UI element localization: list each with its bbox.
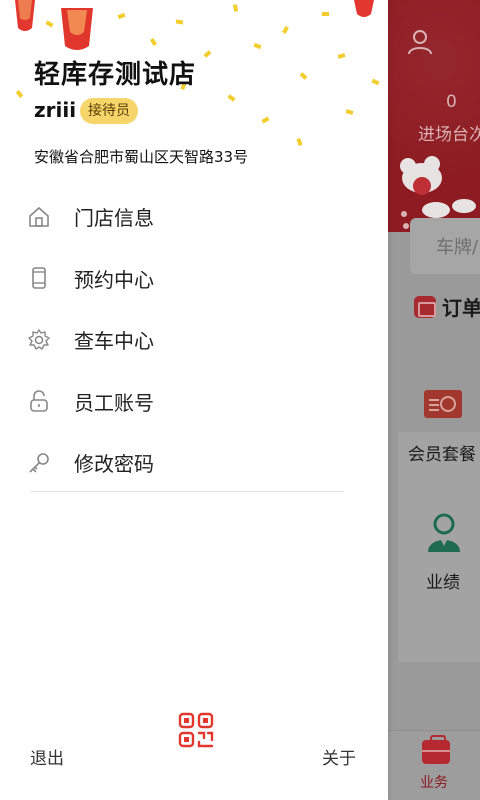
user-name: zriii: [34, 98, 77, 122]
role-badge: 接待员: [80, 98, 138, 124]
store-home-icon: [29, 206, 49, 227]
side-drawer: 轻库存测试店 zriii 接待员 安徽省合肥市蜀山区天智路33号 门店信息 预约…: [0, 0, 388, 800]
menu-item-label: 门店信息: [74, 206, 154, 231]
entry-count-value: 0: [446, 92, 457, 112]
calendar-icon: [414, 296, 436, 318]
menu-item-label: 修改密码: [74, 452, 154, 477]
phone-icon: [32, 267, 46, 290]
member-card-icon[interactable]: [424, 390, 462, 418]
gear-icon: [28, 329, 50, 350]
lantern-icon: [61, 8, 93, 50]
qr-code-icon[interactable]: [178, 712, 214, 748]
entry-count-label: 进场台次: [418, 125, 480, 145]
drawer-menu: 门店信息 预约中心 查车中心 员工账号 修改密码: [0, 186, 388, 494]
unlock-icon: [30, 390, 48, 413]
tab-business[interactable]: 业务: [420, 772, 448, 792]
menu-item-change-password[interactable]: 修改密码: [0, 432, 388, 494]
lantern-icon: [354, 0, 374, 17]
logout-button[interactable]: 退出: [30, 744, 64, 769]
menu-item-staff-accounts[interactable]: 员工账号: [0, 371, 388, 433]
menu-item-appointments[interactable]: 预约中心: [0, 248, 388, 310]
menu-item-vehicle-check[interactable]: 查车中心: [0, 309, 388, 371]
menu-divider: [30, 491, 344, 492]
lantern-icon: [15, 0, 35, 31]
member-package-label[interactable]: 会员套餐: [408, 440, 476, 465]
briefcase-icon[interactable]: [422, 735, 450, 764]
performance-person-icon[interactable]: [426, 512, 462, 552]
store-address: 安徽省合肥市蜀山区天智路33号: [34, 148, 249, 166]
performance-label[interactable]: 业绩: [426, 568, 460, 593]
store-name: 轻库存测试店: [34, 60, 197, 90]
about-button[interactable]: 关于: [322, 744, 356, 769]
menu-item-store-info[interactable]: 门店信息: [0, 186, 388, 248]
plate-search-input[interactable]: 车牌/: [410, 218, 480, 274]
menu-item-label: 预约中心: [74, 267, 154, 292]
user-icon[interactable]: [406, 28, 434, 56]
menu-item-label: 查车中心: [74, 329, 154, 354]
menu-item-label: 员工账号: [74, 390, 154, 415]
key-icon: [29, 452, 49, 473]
